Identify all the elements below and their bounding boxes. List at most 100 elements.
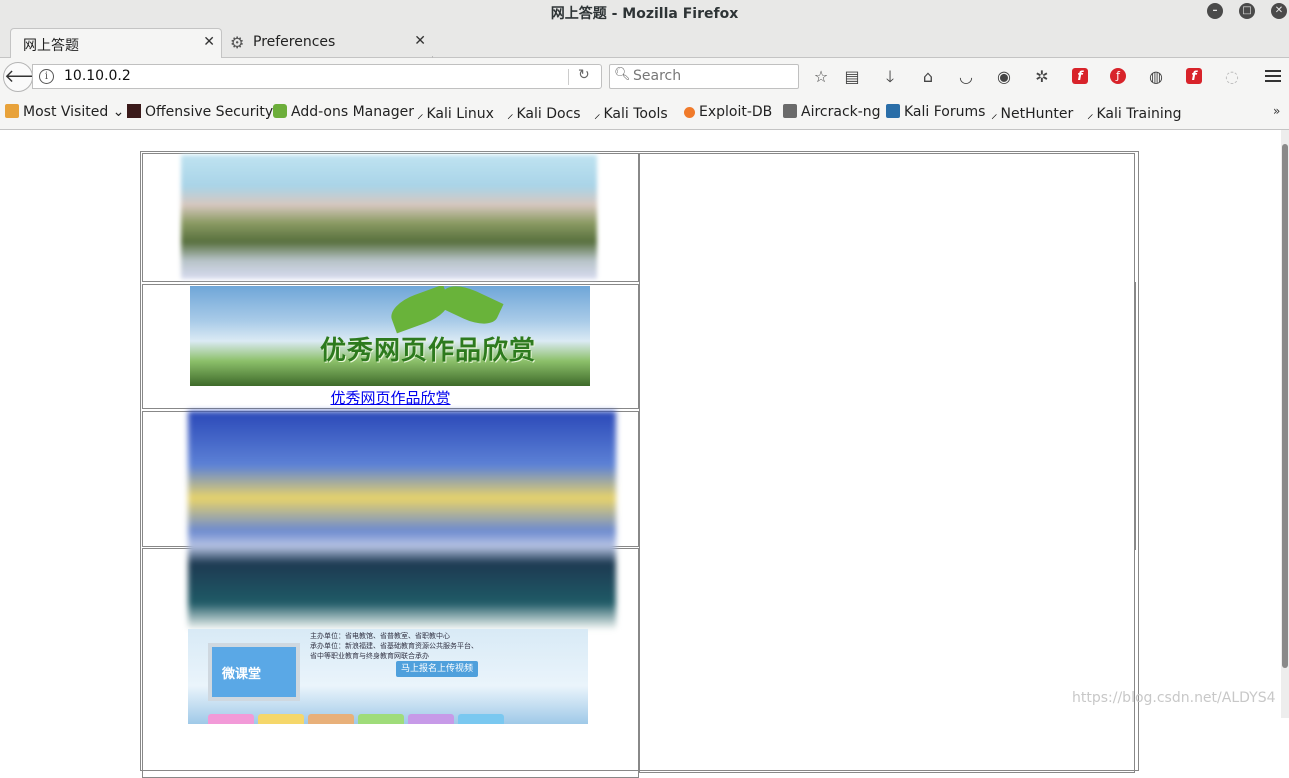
bookmark-most-visited[interactable]: Most Visited ⌄ xyxy=(5,104,124,120)
pocket-icon[interactable]: ◡ xyxy=(955,66,977,88)
network-extension-icon[interactable]: ◍ xyxy=(1145,66,1167,88)
bookmark-label: Exploit-DB xyxy=(699,104,773,120)
kali-dragon-icon: ⸝ xyxy=(1087,107,1094,122)
weiketang-label: 微课堂 xyxy=(222,667,262,682)
table-cell xyxy=(142,153,639,282)
disabled-extension-icon[interactable]: ◌ xyxy=(1221,66,1243,88)
flash-circle-icon[interactable]: ƒ xyxy=(1110,68,1126,84)
bookmark-kali-linux[interactable]: ⸝ Kali Linux xyxy=(417,104,494,122)
bookmark-label: Kali Tools xyxy=(603,106,668,122)
gear-icon: ⚙ xyxy=(230,33,245,52)
blurred-sky-image xyxy=(188,411,616,629)
title-bar: 网上答题 - Mozilla Firefox – □ ✕ xyxy=(0,0,1289,24)
scrollbar-thumb[interactable] xyxy=(1282,144,1288,668)
bookmark-kali-tools[interactable]: ⸝ Kali Tools xyxy=(594,104,668,122)
close-tab-icon[interactable]: ✕ xyxy=(414,33,426,49)
tab-label: Preferences xyxy=(253,34,336,50)
bookmark-label: Kali Linux xyxy=(426,106,494,122)
showcase-banner-image[interactable]: 优秀网页作品欣赏 xyxy=(190,286,590,386)
offsec-icon xyxy=(127,104,141,118)
bookmarks-toolbar: Most Visited ⌄ Offensive Security Add-on… xyxy=(0,96,1289,130)
info-line: 承办单位：新浪福建、省基础教育资源公共服务平台、 xyxy=(310,642,478,650)
reload-icon[interactable]: ↻ xyxy=(578,67,590,83)
download-icon[interactable]: 🡓 xyxy=(879,66,901,88)
laptop-image: 微课堂 xyxy=(208,643,300,701)
tab-preferences[interactable]: ⚙ Preferences ✕ xyxy=(222,28,432,57)
kali-dragon-icon: ⸝ xyxy=(594,107,601,122)
puzzle-icon xyxy=(273,104,287,118)
tab-label: 网上答题 xyxy=(23,38,79,54)
bookmarks-overflow-icon[interactable]: » xyxy=(1273,104,1280,118)
category-tab[interactable] xyxy=(308,714,354,724)
chevron-down-icon: ⌄ xyxy=(108,104,125,120)
hamburger-menu-icon[interactable] xyxy=(1265,70,1281,82)
folder-icon xyxy=(5,104,19,118)
table-cell: 优秀网页作品欣赏 优秀网页作品欣赏 xyxy=(142,284,639,409)
bookmark-label: Add-ons Manager xyxy=(291,104,414,120)
site-info-icon[interactable]: i xyxy=(39,69,54,84)
category-tab[interactable] xyxy=(358,714,404,724)
category-tab[interactable] xyxy=(258,714,304,724)
maximize-button[interactable]: □ xyxy=(1239,3,1255,19)
tab-bar: 网上答题 ✕ ⚙ Preferences ✕ + xyxy=(0,24,1289,77)
banner-title: 优秀网页作品欣赏 xyxy=(320,336,537,366)
inner-frame-border xyxy=(1135,282,1139,550)
watermark-text: https://blog.csdn.net/ALDYS4 xyxy=(1072,690,1276,706)
spider-extension-icon[interactable]: ✲ xyxy=(1031,66,1053,88)
bookmark-addons-manager[interactable]: Add-ons Manager xyxy=(273,104,414,120)
bookmark-exploit-db[interactable]: Exploit-DB xyxy=(684,104,772,120)
layout-table: 优秀网页作品欣赏 优秀网页作品欣赏 微课堂 主办单位：省电教馆、省普教室、省职教… xyxy=(140,151,1139,778)
flash-icon[interactable]: f xyxy=(1072,68,1088,84)
exploitdb-icon xyxy=(684,107,695,118)
right-table-cell xyxy=(639,153,1135,773)
flash-player-icon[interactable]: f xyxy=(1186,68,1202,84)
category-tab[interactable] xyxy=(208,714,254,724)
kali-dragon-icon: ⸝ xyxy=(991,107,998,122)
leaf-decoration xyxy=(436,286,504,332)
search-placeholder: Search xyxy=(633,68,682,84)
bookmark-label: NetHunter xyxy=(1000,106,1074,122)
url-divider xyxy=(568,69,569,85)
minimize-button[interactable]: – xyxy=(1207,3,1223,19)
kali-forums-icon xyxy=(886,104,900,118)
blurred-header-image xyxy=(181,155,597,279)
bookmark-offensive-security[interactable]: Offensive Security xyxy=(127,104,273,120)
url-text[interactable]: 10.10.0.2 xyxy=(64,68,131,84)
bookmark-kali-forums[interactable]: Kali Forums xyxy=(886,104,985,120)
weiketang-banner-image[interactable]: 微课堂 主办单位：省电教馆、省普教室、省职教中心 承办单位：新浪福建、省基础教育… xyxy=(188,629,588,724)
showcase-link[interactable]: 优秀网页作品欣赏 xyxy=(143,387,638,408)
upload-video-button[interactable]: 马上报名上传视频 xyxy=(396,661,478,677)
bookmark-kali-training[interactable]: ⸝ Kali Training xyxy=(1087,104,1181,122)
bookmark-nethunter[interactable]: ⸝ NetHunter xyxy=(991,104,1073,122)
search-icon: 🔍︎ xyxy=(614,67,631,82)
kali-dragon-icon: ⸝ xyxy=(507,107,514,122)
kali-dragon-icon: ⸝ xyxy=(417,107,424,122)
window-title: 网上答题 - Mozilla Firefox xyxy=(550,6,739,22)
bookmark-label: Most Visited xyxy=(23,104,109,120)
bookmark-star-icon[interactable]: ☆ xyxy=(810,66,832,88)
navigation-toolbar: 🡐 i 10.10.0.2 ↻ 🔍︎ Search ☆ ▤ 🡓 ⌂ ◡ ◉ ✲ … xyxy=(0,58,1289,96)
url-bar[interactable]: i 10.10.0.2 ↻ xyxy=(32,64,602,89)
search-input[interactable]: 🔍︎ Search xyxy=(609,64,799,89)
bookmark-label: Offensive Security xyxy=(145,104,274,120)
bookmark-label: Kali Training xyxy=(1096,106,1182,122)
bookmark-kali-docs[interactable]: ⸝ Kali Docs xyxy=(507,104,581,122)
bookmark-aircrack-ng[interactable]: Aircrack-ng xyxy=(783,104,881,120)
bookmark-label: Kali Docs xyxy=(516,106,581,122)
close-tab-icon[interactable]: ✕ xyxy=(203,34,215,50)
home-icon[interactable]: ⌂ xyxy=(917,66,939,88)
organizer-info: 主办单位：省电教馆、省普教室、省职教中心 承办单位：新浪福建、省基础教育资源公共… xyxy=(310,631,478,661)
reading-list-icon[interactable]: ▤ xyxy=(841,66,863,88)
vertical-scrollbar[interactable] xyxy=(1281,130,1289,718)
category-tab[interactable] xyxy=(408,714,454,724)
bookmark-label: Aircrack-ng xyxy=(801,104,881,120)
globe-extension-icon[interactable]: ◉ xyxy=(993,66,1015,88)
category-tab[interactable] xyxy=(458,714,504,724)
bookmark-label: Kali Forums xyxy=(904,104,986,120)
close-window-button[interactable]: ✕ xyxy=(1271,3,1287,19)
tab-answer[interactable]: 网上答题 ✕ xyxy=(10,28,222,58)
back-button[interactable]: 🡐 xyxy=(3,62,52,92)
page-content: 优秀网页作品欣赏 优秀网页作品欣赏 微课堂 主办单位：省电教馆、省普教室、省职教… xyxy=(0,130,1281,778)
info-line: 省中等职业教育与终身教育网联合承办 xyxy=(310,652,429,660)
aircrack-icon xyxy=(783,104,797,118)
